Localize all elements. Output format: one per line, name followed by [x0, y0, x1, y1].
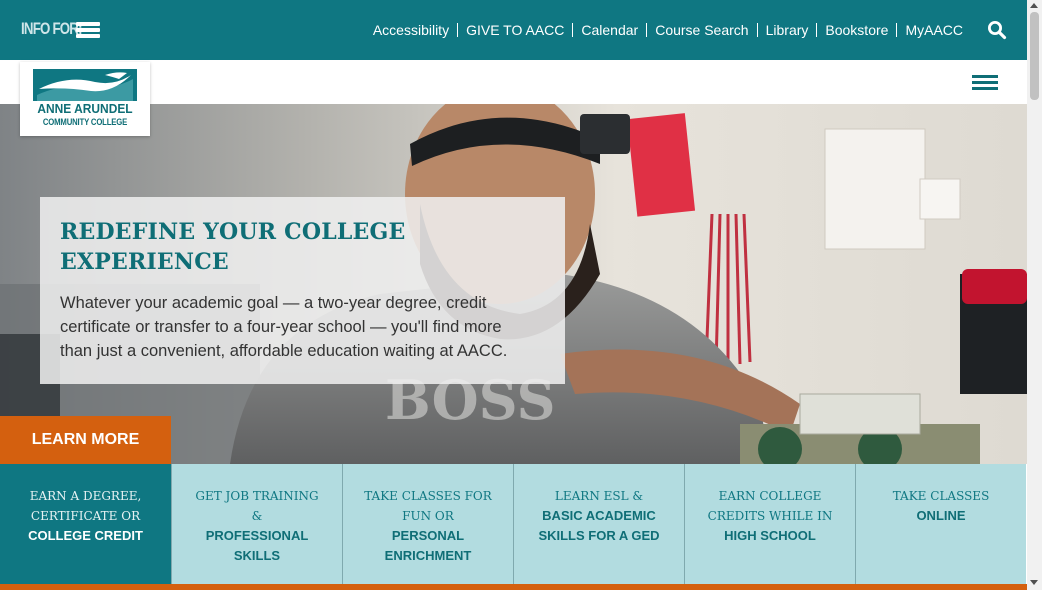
tile-highlight: Online	[916, 508, 966, 523]
info-for-menu-icon[interactable]	[76, 20, 100, 40]
utility-link-library[interactable]: Library	[756, 23, 817, 37]
hero-text-panel: REDEFINE YOUR COLLEGE EXPERIENCE Whateve…	[40, 197, 565, 384]
utility-link-accessibility[interactable]: Accessibility	[365, 23, 457, 37]
page-scrollbar[interactable]	[1027, 0, 1042, 590]
tile-intro: Take classes	[892, 489, 990, 503]
pathway-tiles: Earn a degree, certificate or College cr…	[0, 464, 1027, 584]
logo-text-name: ANNE ARUNDEL	[37, 101, 133, 116]
tile-high-school[interactable]: Earn college credits while in High schoo…	[684, 464, 855, 584]
tile-highlight: Basic academic skills for a GED	[538, 508, 660, 543]
tile-intro: Take classes for fun or	[364, 489, 492, 523]
tile-ged[interactable]: Learn ESL & Basic academic skills for a …	[513, 464, 684, 584]
college-logo[interactable]: ANNE ARUNDEL COMMUNITY COLLEGE	[20, 62, 150, 136]
info-for-label: INFO FOR:	[21, 19, 83, 38]
tile-highlight: High school	[724, 528, 816, 543]
bottom-accent-band	[0, 584, 1027, 590]
utility-link-myaacc[interactable]: MyAACC	[896, 23, 971, 37]
main-menu-icon[interactable]	[972, 73, 998, 93]
learn-more-button[interactable]: LEARN MORE	[0, 416, 171, 464]
site-header	[0, 60, 1027, 104]
logo-bird-icon	[33, 69, 137, 101]
scroll-down-arrow-icon[interactable]	[1030, 580, 1038, 585]
utility-nav: Accessibility GIVE TO AACC Calendar Cour…	[365, 0, 971, 60]
tile-professional-skills[interactable]: Get job training & Professional skills	[171, 464, 342, 584]
tile-personal-enrichment[interactable]: Take classes for fun or Personal enrichm…	[342, 464, 513, 584]
tile-online[interactable]: Take classes Online	[855, 464, 1026, 584]
utility-link-give[interactable]: GIVE TO AACC	[457, 23, 572, 37]
utility-link-course-search[interactable]: Course Search	[646, 23, 756, 37]
scroll-up-arrow-icon[interactable]	[1030, 3, 1038, 8]
tile-intro: Learn ESL &	[554, 489, 644, 503]
tile-highlight: Professional skills	[205, 528, 309, 563]
tile-college-credit[interactable]: Earn a degree, certificate or College cr…	[0, 464, 171, 584]
logo-text-college: COMMUNITY COLLEGE	[42, 117, 128, 127]
utility-link-calendar[interactable]: Calendar	[572, 23, 646, 37]
tile-intro: Earn college credits while in	[707, 489, 833, 523]
utility-bar: INFO FOR: Accessibility GIVE TO AACC Cal…	[0, 0, 1027, 60]
tile-highlight: Personal enrichment	[384, 528, 472, 563]
utility-link-bookstore[interactable]: Bookstore	[816, 23, 896, 37]
scroll-thumb[interactable]	[1030, 12, 1039, 100]
hero-banner: BOSS REDEFINE YOUR COLLEGE EXPERIENCE Wh…	[0, 104, 1027, 464]
tile-intro: Earn a degree, certificate or	[29, 489, 142, 523]
hero-description: Whatever your academic goal — a two-year…	[60, 294, 508, 360]
tile-intro: Get job training &	[195, 489, 319, 523]
tile-highlight: College credit	[28, 528, 143, 543]
search-icon[interactable]	[987, 20, 1007, 40]
hero-title: REDEFINE YOUR COLLEGE EXPERIENCE	[60, 219, 406, 275]
